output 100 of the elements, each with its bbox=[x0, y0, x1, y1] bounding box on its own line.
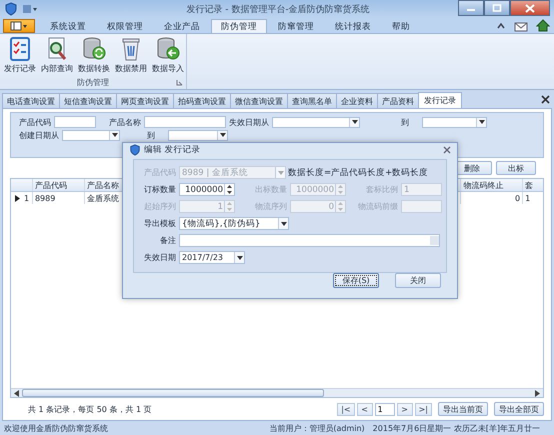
export-button[interactable]: 导出当前页 bbox=[438, 402, 488, 416]
document-tab[interactable]: 发行记录 bbox=[418, 92, 462, 108]
close-icon[interactable] bbox=[541, 95, 550, 104]
field-label: 备注 bbox=[159, 235, 177, 246]
current-user: 当前用户：管理员(admin) bbox=[269, 422, 365, 434]
field-label: 物流序列 bbox=[254, 201, 288, 212]
field-label: 物流码前缀 bbox=[357, 201, 399, 212]
field-label: 套标比例 bbox=[365, 184, 399, 195]
field-label: 产品代码 bbox=[19, 116, 51, 128]
shield-icon bbox=[4, 2, 18, 16]
dialog-button[interactable]: 保存(S) bbox=[333, 273, 379, 288]
combo-box[interactable]: {物流码},{防伪码} bbox=[179, 217, 289, 230]
record-summary: 共 1 条记录，每页 50 条，共 1 页 bbox=[28, 404, 152, 414]
quick-access-icon[interactable] bbox=[22, 3, 38, 15]
field-label: 到 bbox=[147, 130, 155, 140]
document-tab[interactable]: 企业资料 bbox=[336, 93, 378, 108]
spin-box[interactable]: 1000000 bbox=[179, 183, 235, 196]
row-number: 1 bbox=[24, 194, 30, 202]
shield-icon bbox=[129, 144, 141, 156]
document-tab[interactable]: 产品资料 bbox=[377, 93, 419, 108]
collapse-ribbon-icon[interactable] bbox=[496, 22, 506, 30]
ribbon-tab[interactable]: 企业产品 bbox=[154, 19, 210, 33]
home-icon[interactable] bbox=[536, 19, 550, 32]
ribbon-tab[interactable]: 统计报表 bbox=[325, 19, 381, 33]
date-picker[interactable]: 2017/7/23 bbox=[179, 251, 245, 264]
ribbon-tab[interactable]: 权限管理 bbox=[97, 19, 153, 33]
maximize-icon bbox=[492, 4, 502, 12]
hint-text: 数据长度=产品代码长度+数码长度 bbox=[288, 166, 428, 178]
field-label: 产品代码 bbox=[143, 167, 177, 178]
close-button[interactable] bbox=[510, 0, 550, 16]
text-field[interactable] bbox=[144, 116, 226, 128]
application-menu-button[interactable] bbox=[3, 19, 35, 33]
text-field[interactable] bbox=[54, 116, 96, 128]
dropdown-arrow-icon bbox=[478, 120, 484, 124]
spin-arrows-icon bbox=[227, 202, 232, 211]
spin-arrows-icon bbox=[227, 185, 232, 194]
ribbon-button[interactable]: 数据导入 bbox=[150, 36, 186, 74]
scrollbar-thumb[interactable] bbox=[22, 389, 324, 397]
field-label: 订标数量 bbox=[143, 184, 177, 195]
dropdown-arrow-icon bbox=[236, 256, 242, 260]
document-tab[interactable]: 电话查询设置 bbox=[2, 93, 60, 108]
first-page-button[interactable]: |< bbox=[337, 402, 355, 416]
document-tab[interactable]: 微信查询设置 bbox=[230, 93, 288, 108]
spin-arrows-icon bbox=[338, 185, 343, 194]
ribbon-tab[interactable]: 防伪管理 bbox=[211, 19, 267, 33]
mail-icon[interactable] bbox=[514, 20, 528, 32]
status-text: 欢迎使用金盾防伪防窜货系统 bbox=[4, 422, 108, 434]
table-cell-text: 1 bbox=[524, 192, 532, 204]
document-tab[interactable]: 短信查询设置 bbox=[59, 93, 117, 108]
dropdown-arrow-icon bbox=[112, 133, 118, 137]
column-header[interactable]: 套 bbox=[523, 179, 543, 191]
last-page-button[interactable]: >| bbox=[414, 402, 432, 416]
column-header[interactable]: 产品代码 bbox=[32, 179, 85, 191]
next-page-button[interactable]: > bbox=[396, 402, 413, 416]
maximize-button[interactable] bbox=[484, 0, 510, 16]
document-tab[interactable]: 查询黑名单 bbox=[287, 93, 337, 108]
table-cell: 0 bbox=[461, 192, 524, 204]
ribbon-tab[interactable]: 帮助 bbox=[382, 19, 420, 33]
field-label: 到 bbox=[401, 116, 409, 128]
field-label: 失效日期 bbox=[143, 252, 177, 263]
dropdown-arrow-icon bbox=[352, 120, 358, 124]
document-tab[interactable]: 拍码查询设置 bbox=[173, 93, 231, 108]
ribbon-tab[interactable]: 系统设置 bbox=[40, 19, 96, 33]
ribbon-group-label: 防伪管理 bbox=[77, 77, 109, 88]
window-title: 发行记录 - 数据管理平台-金盾防伪防窜货系统 bbox=[185, 4, 371, 16]
spin-arrows-icon bbox=[338, 202, 343, 211]
ribbon-button[interactable]: 数据禁用 bbox=[113, 36, 149, 74]
ribbon-tab[interactable]: 防窜管理 bbox=[268, 19, 324, 33]
action-button[interactable]: 出标 bbox=[496, 161, 536, 175]
dialog-launcher-icon[interactable] bbox=[176, 79, 183, 86]
minimize-button[interactable] bbox=[458, 0, 484, 16]
table-cell: 8989 bbox=[32, 192, 85, 204]
dropdown-arrow-icon bbox=[220, 133, 226, 137]
field-label: 失效日期从 bbox=[229, 116, 269, 128]
horizontal-scrollbar[interactable] bbox=[11, 388, 543, 397]
page-number-field[interactable]: 1 bbox=[374, 402, 395, 416]
text-field[interactable] bbox=[401, 200, 442, 213]
field-label: 产品名称 bbox=[109, 116, 141, 128]
field-label: 起始序列 bbox=[143, 201, 177, 212]
dialog-title: 编辑 发行记录 bbox=[144, 144, 201, 156]
document-tab[interactable]: 网页查询设置 bbox=[116, 93, 174, 108]
export-button[interactable]: 导出全部页 bbox=[494, 402, 544, 416]
close-icon bbox=[525, 4, 535, 12]
remark-field[interactable] bbox=[179, 234, 440, 247]
previous-page-button[interactable]: < bbox=[356, 402, 373, 416]
column-header[interactable]: 物流码终止 bbox=[461, 179, 524, 191]
checklist-icon bbox=[8, 36, 32, 62]
ribbon-button[interactable]: 内部查询 bbox=[39, 36, 75, 74]
ribbon-button[interactable]: 数据转换 bbox=[76, 36, 112, 74]
dialog-button[interactable]: 关闭 bbox=[395, 273, 441, 288]
field-label: 出标数量 bbox=[254, 184, 288, 195]
scroll-left-icon[interactable] bbox=[14, 390, 19, 396]
ribbon-button[interactable]: 发行记录 bbox=[2, 36, 38, 74]
status-date: 2015年7月6日星期一 农历乙未[羊]年五月廿一 bbox=[372, 422, 540, 434]
database-refresh-icon bbox=[82, 36, 106, 62]
scroll-right-icon[interactable] bbox=[535, 390, 540, 396]
field-label: 创建日期从 bbox=[19, 130, 59, 140]
close-icon[interactable] bbox=[443, 146, 451, 154]
dropdown-arrow-icon bbox=[280, 222, 286, 226]
window-icon bbox=[10, 21, 28, 31]
